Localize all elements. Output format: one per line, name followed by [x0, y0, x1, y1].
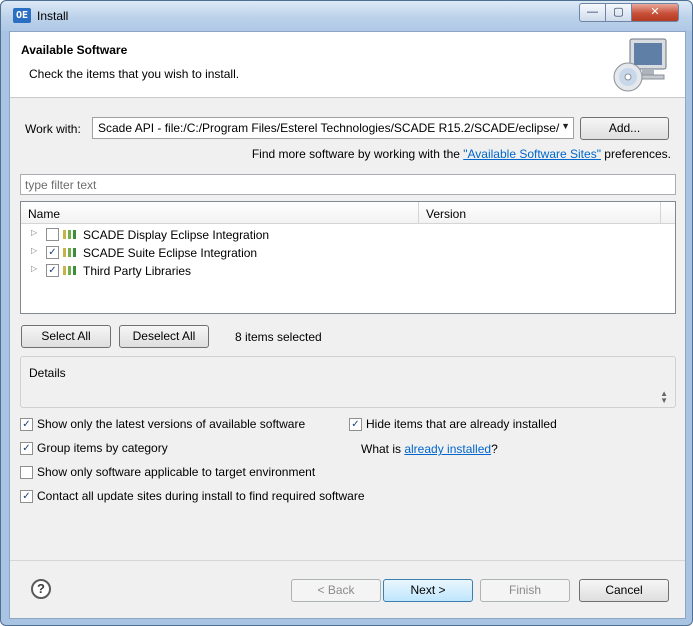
install-monitor-icon	[613, 38, 667, 92]
select-all-button[interactable]: Select All	[21, 325, 111, 348]
install-window: OE Install — ▢ ✕ Available Software Chec…	[0, 0, 693, 626]
what-is-prefix: What is	[361, 442, 405, 456]
what-is-suffix: ?	[491, 442, 498, 456]
close-button[interactable]: ✕	[631, 3, 679, 22]
item-label: SCADE Display Eclipse Integration	[83, 228, 270, 242]
expand-arrow-icon[interactable]: ▷	[31, 228, 37, 237]
details-title: Details	[29, 366, 66, 380]
category-icon	[63, 230, 77, 239]
group-by-category-checkbox[interactable]: ✓	[20, 442, 33, 456]
item-label: Third Party Libraries	[83, 264, 192, 278]
option-latest-versions[interactable]: ✓ Show only the latest versions of availa…	[20, 417, 306, 432]
eclipse-app-icon: OE	[13, 8, 31, 23]
available-software-sites-link[interactable]: "Available Software Sites"	[463, 147, 601, 161]
available-sites-suffix: preferences.	[600, 147, 671, 161]
dialog-body: Available Software Check the items that …	[9, 31, 686, 619]
work-with-value: Scade API - file:/C:/Program Files/Ester…	[98, 121, 560, 135]
footer-divider	[10, 560, 685, 561]
hide-installed-checkbox[interactable]: ✓	[349, 418, 362, 432]
target-environment-label: Show only software applicable to target …	[37, 465, 316, 479]
tree-row[interactable]: ▷ ✓ Third Party Libraries	[21, 262, 675, 280]
scroll-down-icon[interactable]: ▼	[660, 397, 668, 405]
column-name[interactable]: Name	[28, 207, 60, 221]
item-checkbox[interactable]: ✓	[46, 264, 59, 277]
column-divider	[418, 202, 419, 224]
option-group-by-category[interactable]: ✓ Group items by category	[20, 441, 168, 456]
title-bar[interactable]: OE Install — ▢ ✕	[1, 1, 692, 31]
help-icon[interactable]: ?	[31, 579, 51, 599]
deselect-all-button[interactable]: Deselect All	[119, 325, 209, 348]
combo-arrow-icon[interactable]: ▼	[561, 121, 570, 131]
tree-header: Name Version	[21, 202, 675, 224]
target-environment-checkbox[interactable]	[20, 466, 33, 480]
category-icon	[63, 248, 77, 257]
back-button[interactable]: < Back	[291, 579, 381, 602]
option-contact-update-sites[interactable]: ✓ Contact all update sites during install…	[20, 489, 365, 504]
item-checkbox[interactable]	[46, 228, 59, 241]
software-tree[interactable]: Name Version ▷ SCADE Display Eclipse Int…	[20, 201, 676, 314]
finish-button[interactable]: Finish	[480, 579, 570, 602]
window-title: Install	[37, 9, 69, 23]
details-scroll-arrows[interactable]: ▲ ▼	[660, 390, 668, 405]
available-sites-hint: Find more software by working with the "…	[252, 147, 671, 161]
already-installed-link[interactable]: already installed	[404, 442, 491, 456]
hide-installed-label: Hide items that are already installed	[366, 417, 557, 431]
latest-versions-checkbox[interactable]: ✓	[20, 418, 33, 432]
column-divider	[660, 202, 661, 224]
details-panel: Details ▲ ▼	[20, 356, 676, 408]
maximize-button[interactable]: ▢	[605, 3, 632, 22]
next-button[interactable]: Next >	[383, 579, 473, 602]
page-title: Available Software	[21, 43, 128, 57]
add-site-button[interactable]: Add...	[580, 117, 669, 140]
what-is-installed-text: What is already installed?	[361, 442, 498, 456]
work-with-label: Work with:	[25, 122, 81, 136]
selection-count: 8 items selected	[235, 330, 322, 344]
option-hide-installed[interactable]: ✓ Hide items that are already installed	[349, 417, 557, 432]
contact-update-sites-checkbox[interactable]: ✓	[20, 490, 33, 504]
work-with-combo[interactable]: Scade API - file:/C:/Program Files/Ester…	[92, 117, 574, 139]
item-label: SCADE Suite Eclipse Integration	[83, 246, 258, 260]
tree-row[interactable]: ▷ SCADE Display Eclipse Integration	[21, 226, 675, 244]
expand-arrow-icon[interactable]: ▷	[31, 264, 37, 273]
option-target-environment[interactable]: Show only software applicable to target …	[20, 465, 316, 480]
column-version[interactable]: Version	[426, 207, 466, 221]
filter-input[interactable]: type filter text	[20, 174, 676, 195]
tree-row[interactable]: ▷ ✓ SCADE Suite Eclipse Integration	[21, 244, 675, 262]
available-sites-prefix: Find more software by working with the	[251, 147, 464, 161]
cancel-button[interactable]: Cancel	[579, 579, 669, 602]
category-icon	[63, 266, 77, 275]
minimize-button[interactable]: —	[579, 3, 606, 22]
contact-update-sites-label: Contact all update sites during install …	[37, 489, 365, 503]
group-by-category-label: Group items by category	[37, 441, 168, 455]
expand-arrow-icon[interactable]: ▷	[31, 246, 37, 255]
item-checkbox[interactable]: ✓	[46, 246, 59, 259]
page-description: Check the items that you wish to install…	[29, 67, 240, 81]
latest-versions-label: Show only the latest versions of availab…	[37, 417, 306, 431]
wizard-banner: Available Software Check the items that …	[10, 32, 685, 98]
